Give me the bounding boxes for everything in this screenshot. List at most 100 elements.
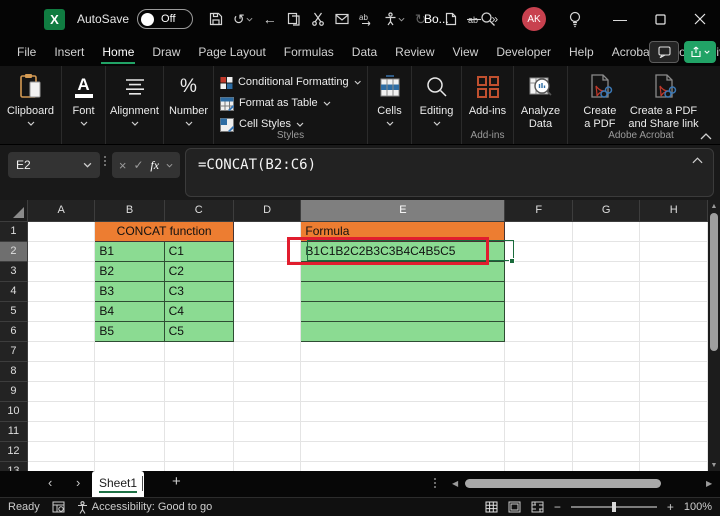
cell-b3[interactable]: B2 [95, 261, 164, 281]
cell[interactable] [27, 441, 95, 461]
cell[interactable] [233, 421, 301, 441]
tab-file[interactable]: File [8, 40, 45, 65]
close-button[interactable] [680, 0, 720, 38]
cancel-icon[interactable]: × [119, 158, 127, 173]
collapse-formula-bar-icon[interactable] [692, 157, 703, 164]
back-arrow-icon[interactable]: ← [263, 12, 277, 26]
cell[interactable] [640, 401, 708, 421]
create-pdf-button[interactable]: Createa PDF [583, 71, 616, 130]
next-sheet-icon[interactable]: › [76, 475, 80, 490]
cell[interactable] [640, 341, 708, 361]
cell[interactable] [95, 401, 164, 421]
account-avatar[interactable]: AK [522, 7, 546, 31]
cell[interactable] [572, 321, 640, 341]
tab-formulas[interactable]: Formulas [275, 40, 343, 65]
cell-e5[interactable] [301, 301, 505, 321]
tab-developer[interactable]: Developer [487, 40, 560, 65]
cell[interactable] [164, 361, 233, 381]
save-icon[interactable] [209, 12, 223, 26]
cell[interactable] [505, 341, 573, 361]
cell[interactable] [233, 461, 301, 471]
cell[interactable] [27, 261, 95, 281]
cell[interactable] [27, 421, 95, 441]
cell[interactable] [164, 401, 233, 421]
cell[interactable] [301, 461, 505, 471]
cell[interactable] [95, 341, 164, 361]
cell[interactable] [27, 401, 95, 421]
col-header-f[interactable]: F [505, 200, 573, 221]
cell[interactable] [27, 461, 95, 471]
autosave-toggle[interactable]: Off [137, 9, 193, 29]
vertical-scroll-thumb[interactable] [710, 213, 718, 351]
cell[interactable] [233, 401, 301, 421]
cell[interactable] [164, 381, 233, 401]
cell[interactable] [572, 241, 640, 261]
cell[interactable] [301, 361, 505, 381]
cell[interactable] [572, 401, 640, 421]
cell[interactable] [640, 461, 708, 471]
cell[interactable] [27, 281, 95, 301]
row-header[interactable]: 5 [0, 301, 27, 321]
row-header[interactable]: 6 [0, 321, 27, 341]
cell[interactable] [572, 261, 640, 281]
number-group[interactable]: % Number [164, 66, 214, 144]
row-header[interactable]: 3 [0, 261, 27, 281]
cell-e6[interactable] [301, 321, 505, 341]
undo-icon[interactable]: ↺ [233, 12, 253, 26]
cell[interactable] [164, 421, 233, 441]
row-header[interactable]: 8 [0, 361, 27, 381]
cell[interactable] [505, 441, 573, 461]
cell[interactable] [95, 381, 164, 401]
col-header-c[interactable]: C [164, 200, 233, 221]
accessibility-checker-icon[interactable] [384, 12, 405, 26]
cell[interactable] [301, 401, 505, 421]
lightbulb-icon[interactable] [568, 11, 582, 28]
tab-data[interactable]: Data [343, 40, 386, 65]
clipboard-group[interactable]: Clipboard [0, 66, 62, 144]
cell[interactable] [572, 301, 640, 321]
cell[interactable] [505, 401, 573, 421]
cell-b2[interactable]: B1 [95, 241, 164, 261]
cell[interactable] [301, 341, 505, 361]
cell[interactable] [233, 381, 301, 401]
cell[interactable] [505, 281, 573, 301]
cell[interactable] [164, 341, 233, 361]
cell[interactable] [95, 461, 164, 471]
cell[interactable] [27, 321, 95, 341]
cell[interactable] [640, 221, 708, 241]
cell[interactable] [640, 261, 708, 281]
cell[interactable] [640, 421, 708, 441]
cell[interactable] [572, 381, 640, 401]
cell[interactable] [572, 341, 640, 361]
cell[interactable] [27, 361, 95, 381]
cell-c4[interactable]: C3 [164, 281, 233, 301]
email-icon[interactable] [335, 13, 349, 25]
cell[interactable] [233, 301, 301, 321]
cell[interactable] [301, 441, 505, 461]
page-layout-view-icon[interactable] [508, 501, 521, 513]
cell[interactable] [572, 421, 640, 441]
share-button[interactable] [684, 41, 716, 63]
cell[interactable] [95, 421, 164, 441]
tab-scroll-dots-icon[interactable] [434, 478, 436, 488]
zoom-out-button[interactable]: − [554, 500, 561, 514]
cell[interactable] [505, 361, 573, 381]
cell[interactable] [95, 361, 164, 381]
drag-handle-icon[interactable] [104, 156, 106, 166]
cell-b6[interactable]: B5 [95, 321, 164, 341]
enter-icon[interactable]: ✓ [133, 158, 143, 172]
tab-draw[interactable]: Draw [143, 40, 189, 65]
cell[interactable] [572, 441, 640, 461]
cell-e4[interactable] [301, 281, 505, 301]
tab-page-layout[interactable]: Page Layout [189, 40, 274, 65]
scroll-down-icon[interactable]: ▼ [708, 459, 720, 471]
conditional-formatting-button[interactable]: Conditional Formatting [214, 72, 367, 93]
zoom-level[interactable]: 100% [684, 501, 712, 513]
analyze-data-button[interactable]: AnalyzeData [514, 66, 568, 144]
cell-c3[interactable]: C2 [164, 261, 233, 281]
cell[interactable] [505, 321, 573, 341]
addins-group[interactable]: Add-ins Add-ins [462, 66, 514, 144]
row-header[interactable]: 13 [0, 461, 27, 471]
row-header[interactable]: 1 [0, 221, 27, 241]
cell[interactable] [233, 281, 301, 301]
